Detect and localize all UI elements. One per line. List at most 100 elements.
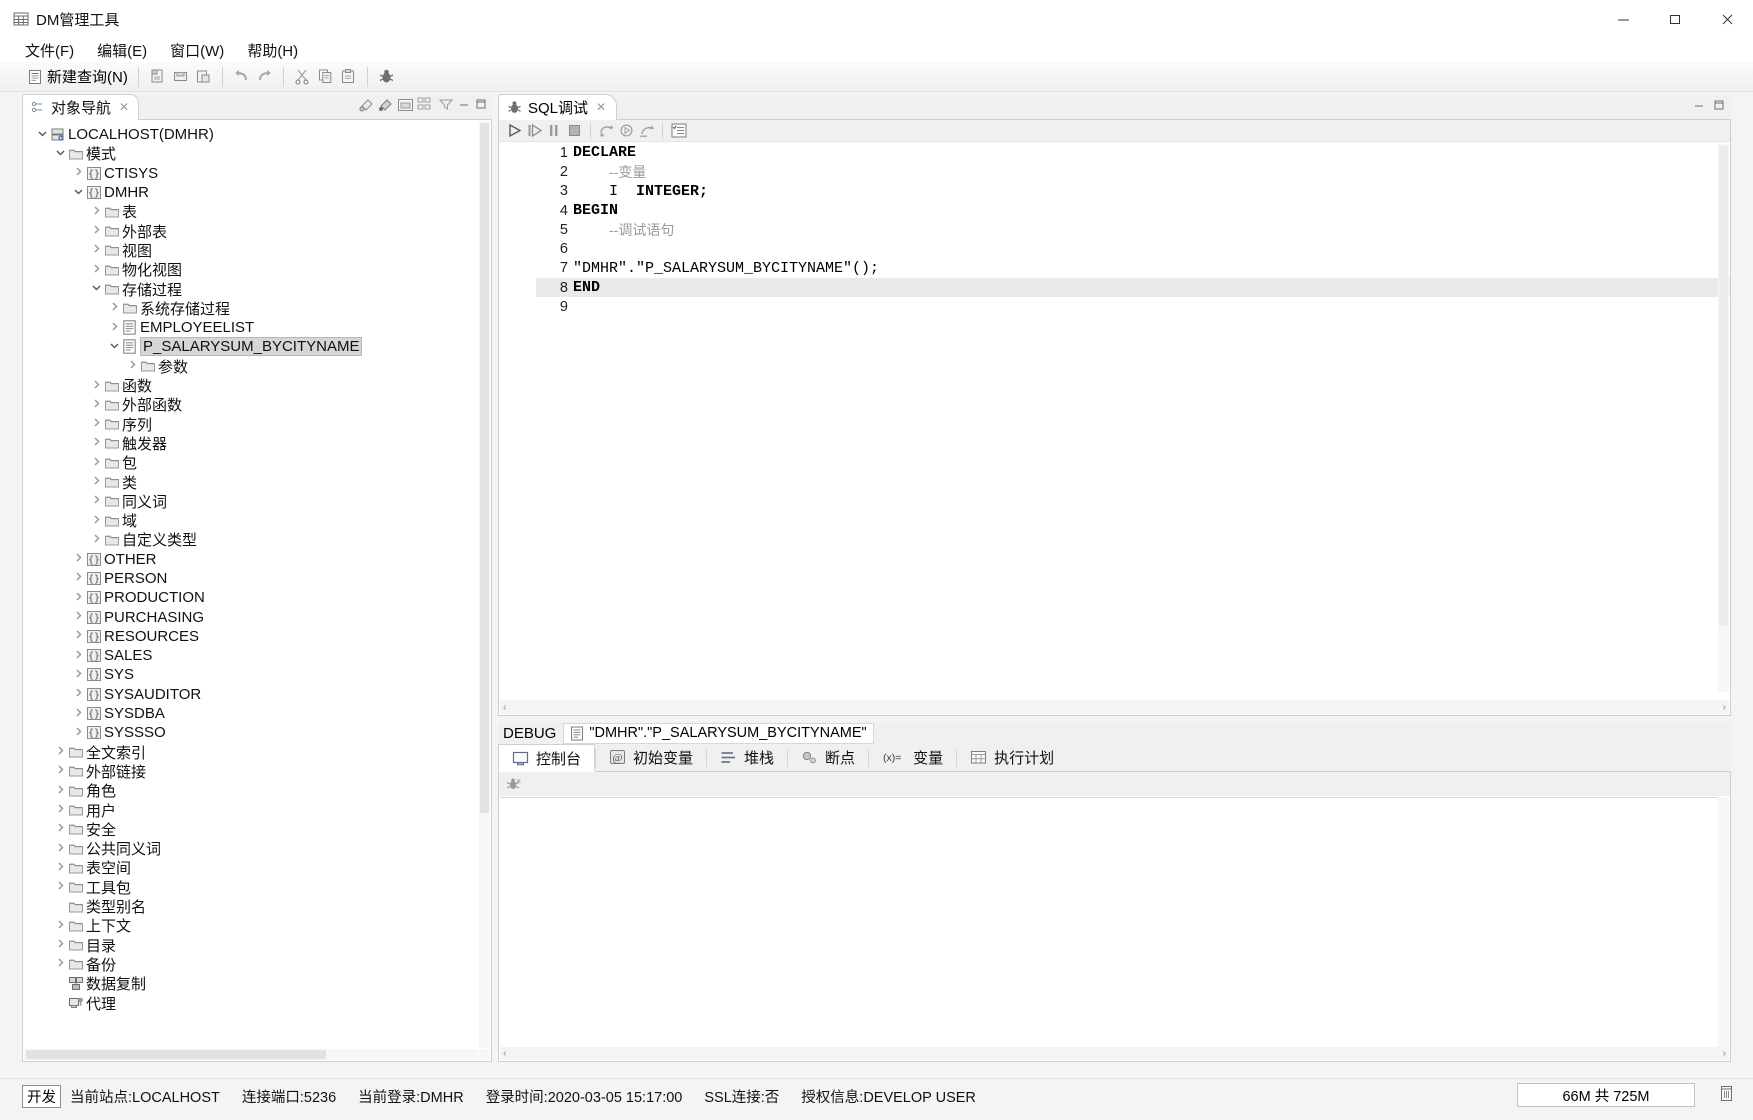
chevron-right-icon[interactable] [71, 591, 85, 605]
editor-horizontal-scrollbar[interactable]: ‹ › [500, 700, 1729, 714]
chevron-down-icon[interactable] [35, 128, 49, 142]
chevron-right-icon[interactable] [71, 687, 85, 701]
tree-node-[interactable]: 存储过程 [23, 279, 479, 299]
run-icon[interactable] [506, 122, 523, 139]
tree-node-sales[interactable]: {} SALES [23, 646, 479, 665]
save-button[interactable] [169, 65, 192, 89]
tree-node-[interactable]: 公共同义词 [23, 839, 479, 858]
code-line[interactable]: 9 [536, 297, 1730, 316]
tree-node-person[interactable]: {} PERSON [23, 569, 479, 588]
tree-node-[interactable]: 序列 [23, 414, 479, 434]
minimize-icon[interactable] [457, 97, 471, 111]
step-over-icon[interactable] [546, 122, 563, 139]
object-tree[interactable]: LOCALHOST(DMHR) 模式 {} CTISYS {} DMHR 表外部表 视图 物化视… [22, 120, 492, 1062]
copy-button[interactable] [314, 65, 337, 89]
tree-node-[interactable]: 自定义类型 [23, 530, 479, 549]
run-to-line-icon[interactable] [638, 122, 655, 139]
chevron-right-icon[interactable] [53, 822, 67, 836]
new-folder-icon[interactable] [397, 97, 414, 112]
tree-node-[interactable]: 类型别名 [23, 897, 479, 916]
memory-indicator[interactable]: 66M 共 725M [1517, 1083, 1695, 1107]
chevron-right-icon[interactable] [89, 224, 103, 238]
chevron-right-icon[interactable] [53, 938, 67, 952]
resume-icon[interactable] [618, 122, 635, 139]
breakpoints-icon[interactable] [670, 122, 688, 139]
code-area[interactable]: 1 DECLARE 2 --变量 3 I INTEGER; 4 BEGIN 5 --调试语句… [499, 143, 1730, 693]
tree-node-[interactable]: 参数 [23, 357, 479, 376]
tree-horizontal-scrollbar[interactable] [24, 1049, 478, 1060]
chevron-right-icon[interactable] [89, 533, 103, 547]
collapse-all-icon[interactable] [417, 97, 435, 112]
tab-object-navigator[interactable]: 对象导航 ✕ [22, 93, 140, 120]
clear-console-icon[interactable] [505, 776, 522, 793]
chevron-right-icon[interactable] [107, 301, 121, 315]
chevron-right-icon[interactable] [71, 166, 85, 180]
tree-node-[interactable]: 备份 [23, 955, 479, 974]
tree-node-[interactable]: 工具包 [23, 878, 479, 897]
minimize-icon[interactable] [1692, 98, 1706, 112]
tree-node-[interactable]: 全文索引 [23, 743, 479, 762]
scroll-right-arrow[interactable]: › [1723, 1048, 1726, 1059]
code-line[interactable]: 8 END [536, 278, 1730, 298]
code-line[interactable]: 6 [536, 239, 1730, 258]
save-as-button[interactable] [192, 65, 215, 89]
close-button[interactable] [1701, 0, 1753, 38]
chevron-right-icon[interactable] [53, 861, 67, 875]
code-line[interactable]: 4 BEGIN [536, 201, 1730, 220]
maximize-button[interactable] [1649, 0, 1701, 38]
new-query-button[interactable]: 新建查询(N) [24, 65, 131, 89]
console-horizontal-scrollbar[interactable]: ‹ › [500, 1047, 1729, 1060]
scroll-left-arrow[interactable]: ‹ [503, 702, 506, 713]
debug-target-chip[interactable]: "DMHR"."P_SALARYSUM_BYCITYNAME" [563, 722, 874, 744]
chevron-right-icon[interactable] [89, 205, 103, 219]
chevron-right-icon[interactable] [53, 764, 67, 778]
maximize-icon[interactable] [1712, 98, 1726, 112]
tree-node-[interactable]: 外部函数 [23, 395, 479, 414]
console-vertical-scrollbar[interactable] [1718, 797, 1729, 1047]
tab-variable[interactable]: (x)= 变量 [869, 743, 956, 771]
tree-node-[interactable]: 代理 [23, 993, 479, 1013]
tree-node-[interactable]: 模式 [23, 144, 479, 163]
tab-breakpoint[interactable]: 断点 [788, 743, 868, 771]
menu-file[interactable]: 文件(F) [22, 39, 77, 62]
tree-node-dmhr[interactable]: {} DMHR [23, 183, 479, 202]
chevron-right-icon[interactable] [125, 359, 139, 373]
tree-node-purchasing[interactable]: {} PURCHASING [23, 607, 479, 626]
tree-node-[interactable]: 包 [23, 453, 479, 472]
tab-at[interactable]: @ 初始变量 [596, 743, 706, 771]
chevron-down-icon[interactable] [89, 282, 103, 296]
paste-button[interactable] [337, 65, 360, 89]
scrollbar-thumb[interactable] [1719, 146, 1728, 626]
tab-sql-debug[interactable]: SQL调试 ✕ [498, 93, 618, 120]
code-line[interactable]: 5 --调试语句 [536, 220, 1730, 239]
tree-node-sysauditor[interactable]: {} SYSAUDITOR [23, 685, 479, 704]
chevron-right-icon[interactable] [89, 475, 103, 489]
undo-button[interactable] [230, 65, 253, 89]
chevron-right-icon[interactable] [53, 957, 67, 971]
close-icon[interactable]: ✕ [119, 100, 129, 114]
chevron-right-icon[interactable] [71, 571, 85, 585]
tree-node-sysdba[interactable]: {} SYSDBA [23, 704, 479, 723]
tree-node-other[interactable]: {} OTHER [23, 550, 479, 569]
chevron-right-icon[interactable] [71, 629, 85, 643]
chevron-right-icon[interactable] [89, 398, 103, 412]
tree-node-resources[interactable]: {} RESOURCES [23, 627, 479, 646]
debug-button[interactable] [375, 65, 398, 89]
tree-node-production[interactable]: {} PRODUCTION [23, 588, 479, 607]
menu-window[interactable]: 窗口(W) [167, 39, 227, 62]
chevron-right-icon[interactable] [53, 880, 67, 894]
tree-node-[interactable]: 物化视图 [23, 260, 479, 279]
tree-node-[interactable]: 触发器 [23, 434, 479, 453]
tree-node-[interactable]: 角色 [23, 781, 479, 800]
tree-node-[interactable]: 上下文 [23, 916, 479, 935]
tree-vertical-scrollbar[interactable] [479, 121, 490, 1048]
tree-node-[interactable]: 视图 [23, 241, 479, 260]
chevron-right-icon[interactable] [71, 668, 85, 682]
redo-button[interactable] [253, 65, 276, 89]
open-button[interactable] [146, 65, 169, 89]
chevron-right-icon[interactable] [53, 784, 67, 798]
tree-node-[interactable]: 表 [23, 202, 479, 221]
maximize-icon[interactable] [474, 97, 488, 111]
chevron-right-icon[interactable] [71, 707, 85, 721]
tree-node-[interactable]: 外部表 [23, 221, 479, 241]
